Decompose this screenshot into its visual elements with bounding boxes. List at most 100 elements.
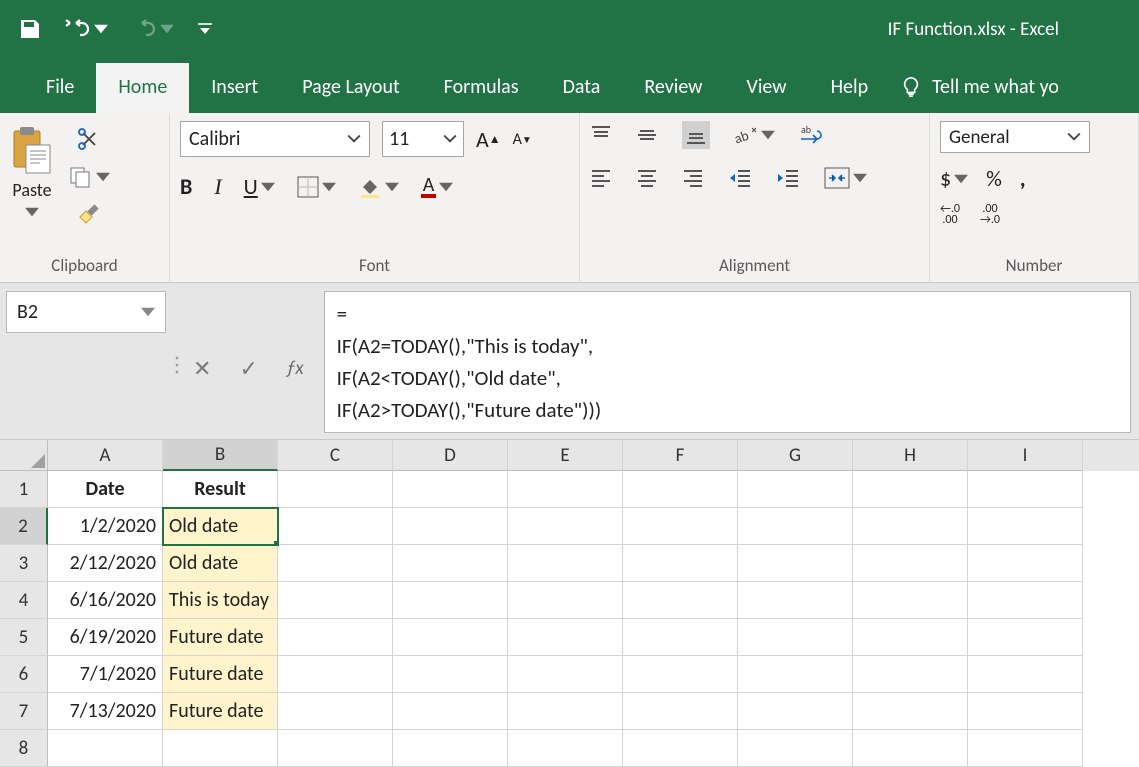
column-header[interactable]: C	[278, 440, 393, 471]
formula-bar[interactable]: = IF(A2=TODAY(),"This is today", IF(A2<T…	[324, 291, 1131, 433]
cell[interactable]	[968, 582, 1083, 619]
cell[interactable]	[968, 656, 1083, 693]
cell[interactable]	[278, 471, 393, 508]
cell[interactable]	[738, 693, 853, 730]
align-center-button[interactable]	[636, 169, 658, 187]
row-header[interactable]: 5	[0, 619, 48, 656]
column-header[interactable]: B	[163, 440, 278, 471]
column-header[interactable]: E	[508, 440, 623, 471]
cell[interactable]	[278, 508, 393, 545]
align-middle-button[interactable]	[636, 124, 658, 146]
tab-page-layout[interactable]: Page Layout	[280, 63, 421, 113]
cell[interactable]: Future date	[163, 656, 278, 693]
cell[interactable]	[623, 545, 738, 582]
align-bottom-button[interactable]	[682, 121, 710, 149]
align-right-button[interactable]	[682, 169, 704, 187]
cell[interactable]	[508, 693, 623, 730]
tab-home[interactable]: Home	[96, 63, 189, 113]
font-name-select[interactable]: Calibri	[180, 121, 370, 157]
cell[interactable]	[393, 730, 508, 767]
cell[interactable]	[738, 619, 853, 656]
cell[interactable]	[278, 545, 393, 582]
cell[interactable]	[968, 730, 1083, 767]
cell[interactable]: 1/2/2020	[48, 508, 163, 545]
cell[interactable]	[853, 730, 968, 767]
column-header[interactable]: D	[393, 440, 508, 471]
underline-button[interactable]: U	[244, 173, 275, 200]
font-color-button[interactable]: A	[421, 176, 454, 198]
cell[interactable]: Old date	[163, 508, 278, 545]
cell[interactable]	[508, 545, 623, 582]
row-header[interactable]: 8	[0, 730, 48, 767]
orientation-button[interactable]: ab	[734, 124, 775, 146]
cell[interactable]	[853, 656, 968, 693]
cell[interactable]: Old date	[163, 545, 278, 582]
cell[interactable]	[623, 508, 738, 545]
cell[interactable]: 7/1/2020	[48, 656, 163, 693]
cell[interactable]	[968, 545, 1083, 582]
name-box[interactable]: B2	[6, 291, 166, 333]
cell[interactable]	[393, 619, 508, 656]
cell[interactable]	[738, 730, 853, 767]
italic-button[interactable]: I	[214, 174, 221, 200]
align-top-button[interactable]	[590, 124, 612, 146]
undo-button[interactable]	[64, 19, 108, 39]
cell[interactable]: 6/16/2020	[48, 582, 163, 619]
cell[interactable]	[278, 730, 393, 767]
row-header[interactable]: 2	[0, 508, 48, 545]
cell[interactable]	[623, 471, 738, 508]
decrease-indent-button[interactable]	[728, 168, 752, 188]
cell[interactable]	[508, 656, 623, 693]
format-painter-button[interactable]	[76, 203, 102, 227]
worksheet-grid[interactable]: ABCDEFGHI 1DateResult21/2/2020Old date32…	[0, 440, 1139, 767]
cell[interactable]	[738, 656, 853, 693]
cell[interactable]	[968, 471, 1083, 508]
cell[interactable]	[853, 508, 968, 545]
cell[interactable]	[508, 730, 623, 767]
cell[interactable]	[508, 619, 623, 656]
cell[interactable]	[393, 508, 508, 545]
tab-help[interactable]: Help	[809, 63, 891, 113]
cell[interactable]	[853, 471, 968, 508]
column-header[interactable]: H	[853, 440, 968, 471]
cell[interactable]	[738, 508, 853, 545]
cell[interactable]	[623, 656, 738, 693]
cell[interactable]	[968, 693, 1083, 730]
cell[interactable]: Result	[163, 471, 278, 508]
cell[interactable]	[853, 582, 968, 619]
cell[interactable]: 2/12/2020	[48, 545, 163, 582]
cell[interactable]	[163, 730, 278, 767]
insert-function-button[interactable]: ƒx	[286, 357, 304, 380]
align-left-button[interactable]	[590, 169, 612, 187]
column-header[interactable]: G	[738, 440, 853, 471]
cell[interactable]	[393, 693, 508, 730]
increase-decimal-button[interactable]: ←.0 .00	[940, 204, 960, 226]
bold-button[interactable]: B	[180, 173, 192, 200]
row-header[interactable]: 7	[0, 693, 48, 730]
cell[interactable]	[393, 582, 508, 619]
cell[interactable]	[278, 619, 393, 656]
decrease-decimal-button[interactable]: .00 →.0	[980, 204, 1000, 226]
increase-indent-button[interactable]	[776, 168, 800, 188]
cell[interactable]: Date	[48, 471, 163, 508]
fill-color-button[interactable]	[358, 175, 399, 199]
cell[interactable]	[508, 508, 623, 545]
select-all-corner[interactable]	[0, 440, 48, 471]
enter-formula-button[interactable]: ✓	[239, 355, 257, 382]
cell[interactable]	[738, 582, 853, 619]
cell[interactable]	[278, 582, 393, 619]
cell[interactable]	[623, 582, 738, 619]
grip-icon[interactable]	[174, 352, 180, 378]
cell[interactable]: This is today	[163, 582, 278, 619]
cancel-formula-button[interactable]: ✕	[193, 355, 211, 382]
cell[interactable]	[968, 508, 1083, 545]
row-header[interactable]: 3	[0, 545, 48, 582]
tab-view[interactable]: View	[724, 63, 808, 113]
tab-review[interactable]: Review	[622, 63, 724, 113]
percent-format-button[interactable]: %	[986, 165, 1002, 192]
accounting-format-button[interactable]: $	[940, 165, 968, 192]
copy-button[interactable]	[68, 165, 110, 189]
cell[interactable]	[738, 545, 853, 582]
row-header[interactable]: 1	[0, 471, 48, 508]
column-header[interactable]: F	[623, 440, 738, 471]
